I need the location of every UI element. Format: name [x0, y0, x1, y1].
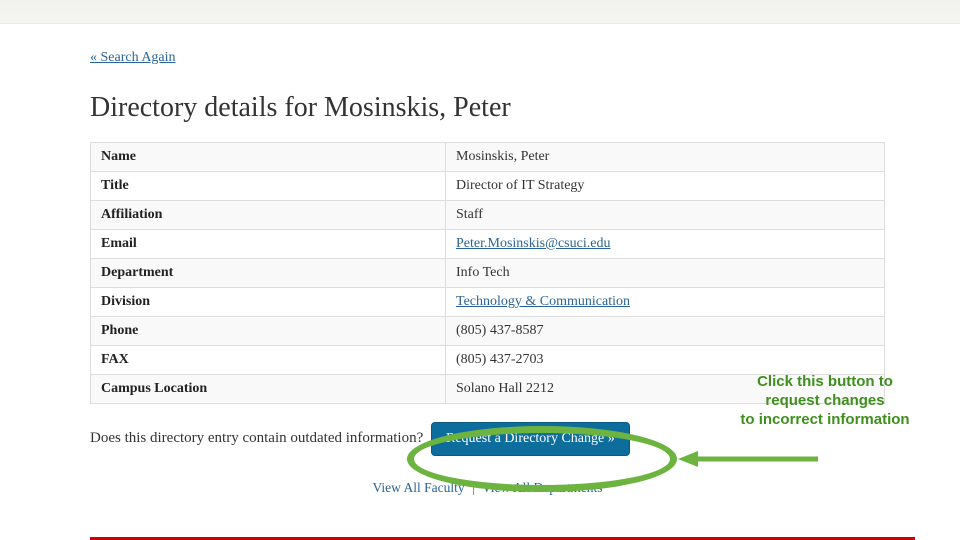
row-value: Info Tech — [446, 259, 885, 288]
prompt-row: Does this directory entry contain outdat… — [90, 422, 885, 456]
table-row: NameMosinskis, Peter — [91, 143, 885, 172]
top-banner — [0, 0, 960, 24]
main-container: « Search Again Directory details for Mos… — [0, 24, 960, 496]
row-value: Solano Hall 2212 — [446, 375, 885, 404]
row-label: FAX — [91, 346, 446, 375]
row-label: Title — [91, 172, 446, 201]
row-label: Phone — [91, 317, 446, 346]
footer-divider: | — [472, 480, 475, 495]
row-value: Mosinskis, Peter — [446, 143, 885, 172]
page-title: Directory details for Mosinskis, Peter — [90, 92, 885, 124]
table-row: Campus LocationSolano Hall 2212 — [91, 375, 885, 404]
row-value: Staff — [446, 201, 885, 230]
view-all-faculty-link[interactable]: View All Faculty — [372, 480, 464, 495]
request-change-button[interactable]: Request a Directory Change » — [431, 422, 630, 456]
row-value-link[interactable]: Peter.Mosinskis@csuci.edu — [456, 236, 610, 251]
table-row: Email Peter.Mosinskis@csuci.edu — [91, 230, 885, 259]
row-label: Email — [91, 230, 446, 259]
prompt-text: Does this directory entry contain outdat… — [90, 430, 423, 446]
table-row: AffiliationStaff — [91, 201, 885, 230]
row-value: (805) 437-8587 — [446, 317, 885, 346]
row-value: Peter.Mosinskis@csuci.edu — [446, 230, 885, 259]
table-row: DepartmentInfo Tech — [91, 259, 885, 288]
row-value-link[interactable]: Technology & Communication — [456, 294, 630, 309]
row-label: Affiliation — [91, 201, 446, 230]
table-row: Division Technology & Communication — [91, 288, 885, 317]
table-row: FAX(805) 437-2703 — [91, 346, 885, 375]
row-label: Department — [91, 259, 446, 288]
row-value: Director of IT Strategy — [446, 172, 885, 201]
row-value: Technology & Communication — [446, 288, 885, 317]
row-label: Name — [91, 143, 446, 172]
row-label: Division — [91, 288, 446, 317]
row-label: Campus Location — [91, 375, 446, 404]
table-row: TitleDirector of IT Strategy — [91, 172, 885, 201]
search-again-link[interactable]: « Search Again — [90, 50, 176, 66]
footer-links: View All Faculty | View All Departments — [90, 480, 885, 496]
table-row: Phone(805) 437-8587 — [91, 317, 885, 346]
view-all-departments-link[interactable]: View All Departments — [482, 480, 603, 495]
row-value: (805) 437-2703 — [446, 346, 885, 375]
details-table: NameMosinskis, PeterTitleDirector of IT … — [90, 142, 885, 404]
